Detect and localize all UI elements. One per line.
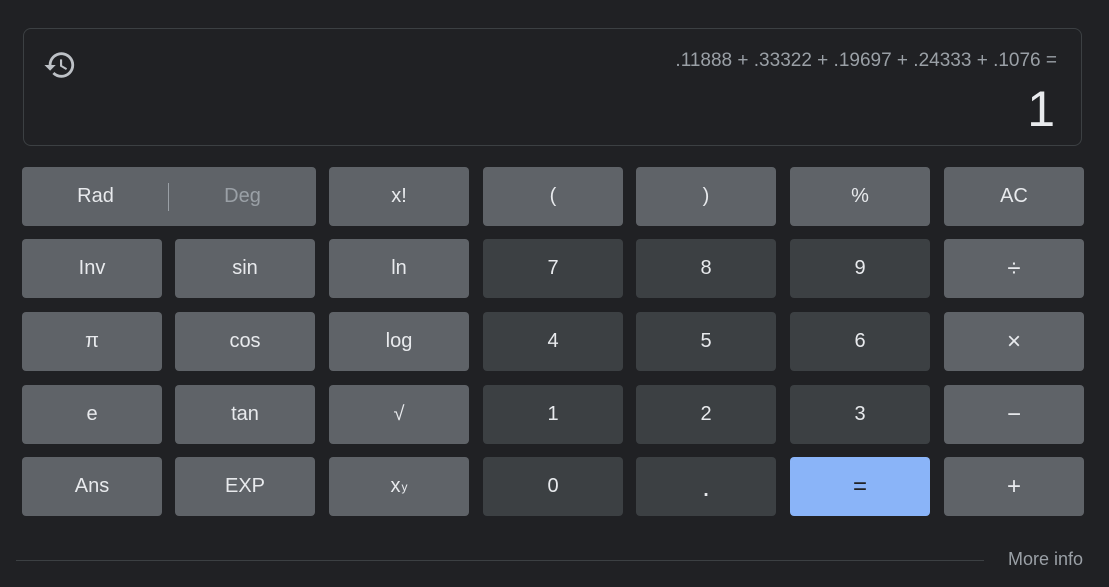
minus-button[interactable]: − xyxy=(944,385,1084,444)
digit-2-button[interactable]: 2 xyxy=(636,385,776,444)
exp-button[interactable]: EXP xyxy=(175,457,315,516)
power-base-label: x xyxy=(390,475,401,497)
close-paren-button[interactable]: ) xyxy=(636,167,776,226)
calculator-display: .11888 + .33322 + .19697 + .24333 + .107… xyxy=(23,28,1082,146)
rad-deg-divider xyxy=(168,183,169,211)
open-paren-button[interactable]: ( xyxy=(483,167,623,226)
deg-button[interactable]: Deg xyxy=(169,167,316,226)
pi-button[interactable]: π xyxy=(22,312,162,371)
history-button[interactable] xyxy=(42,47,78,83)
digit-8-button[interactable]: 8 xyxy=(636,239,776,298)
keypad: Rad Deg x! ( ) % AC Inv sin ln 7 8 9 ÷ π… xyxy=(22,167,1084,517)
e-button[interactable]: e xyxy=(22,385,162,444)
digit-0-button[interactable]: 0 xyxy=(483,457,623,516)
percent-button[interactable]: % xyxy=(790,167,930,226)
power-exponent-label: y xyxy=(401,479,408,494)
multiply-button[interactable]: × xyxy=(944,312,1084,371)
digit-4-button[interactable]: 4 xyxy=(483,312,623,371)
factorial-button[interactable]: x! xyxy=(329,167,469,226)
rad-deg-toggle: Rad Deg xyxy=(22,167,316,226)
digit-5-button[interactable]: 5 xyxy=(636,312,776,371)
cos-button[interactable]: cos xyxy=(175,312,315,371)
plus-button[interactable]: + xyxy=(944,457,1084,516)
more-info-link[interactable]: More info xyxy=(1008,549,1083,570)
digit-6-button[interactable]: 6 xyxy=(790,312,930,371)
equals-button[interactable]: = xyxy=(790,457,930,516)
log-button[interactable]: log xyxy=(329,312,469,371)
rad-button[interactable]: Rad xyxy=(22,167,169,226)
expression-text: .11888 + .33322 + .19697 + .24333 + .107… xyxy=(675,50,1057,71)
digit-7-button[interactable]: 7 xyxy=(483,239,623,298)
all-clear-button[interactable]: AC xyxy=(944,167,1084,226)
sqrt-button[interactable]: √ xyxy=(329,385,469,444)
digit-9-button[interactable]: 9 xyxy=(790,239,930,298)
tan-button[interactable]: tan xyxy=(175,385,315,444)
result-value: 1 xyxy=(1027,81,1055,137)
ans-button[interactable]: Ans xyxy=(22,457,162,516)
sin-button[interactable]: sin xyxy=(175,239,315,298)
history-icon xyxy=(44,52,75,78)
divide-button[interactable]: ÷ xyxy=(944,239,1084,298)
calculator-widget: .11888 + .33322 + .19697 + .24333 + .107… xyxy=(0,0,1109,587)
digit-3-button[interactable]: 3 xyxy=(790,385,930,444)
ln-button[interactable]: ln xyxy=(329,239,469,298)
power-button[interactable]: xy xyxy=(329,457,469,516)
inv-button[interactable]: Inv xyxy=(22,239,162,298)
decimal-button[interactable]: . xyxy=(636,457,776,516)
digit-1-button[interactable]: 1 xyxy=(483,385,623,444)
footer-divider xyxy=(16,560,984,561)
